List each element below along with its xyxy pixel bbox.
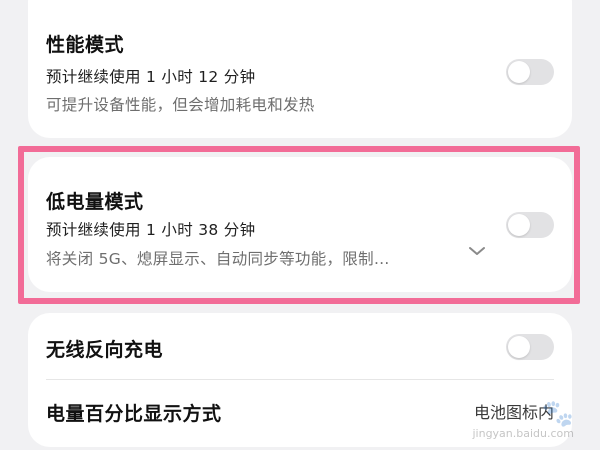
performance-mode-toggle[interactable] (506, 59, 554, 85)
performance-mode-title: 性能模式 (46, 34, 125, 56)
wireless-reverse-charging-title: 无线反向充电 (46, 339, 164, 361)
divider (46, 379, 554, 380)
low-power-mode-title: 低电量模式 (46, 191, 144, 213)
performance-mode-description: 可提升设备性能，但会增加耗电和发热 (46, 96, 315, 114)
battery-percentage-display-title[interactable]: 电量百分比显示方式 (46, 399, 222, 426)
low-power-mode-estimate: 预计继续使用 1 小时 38 分钟 (46, 221, 256, 239)
wireless-reverse-charging-toggle[interactable] (506, 334, 554, 360)
toggle-knob (508, 61, 530, 83)
performance-mode-card[interactable]: 性能模式 预计继续使用 1 小时 12 分钟 可提升设备性能，但会增加耗电和发热 (28, 0, 572, 138)
low-power-mode-description: 将关闭 5G、熄屏显示、自动同步等功能，限制… (46, 250, 390, 268)
toggle-knob (508, 214, 530, 236)
toggle-knob (508, 336, 530, 358)
performance-mode-estimate: 预计继续使用 1 小时 12 分钟 (46, 68, 256, 86)
paw-icon: 🐾 (541, 399, 574, 429)
chevron-down-icon[interactable] (468, 245, 486, 257)
low-power-mode-toggle[interactable] (506, 212, 554, 238)
watermark: 🐾 jingyan.baidu.com (472, 401, 574, 440)
low-power-mode-card[interactable]: 低电量模式 预计继续使用 1 小时 38 分钟 将关闭 5G、熄屏显示、自动同步… (28, 157, 572, 292)
